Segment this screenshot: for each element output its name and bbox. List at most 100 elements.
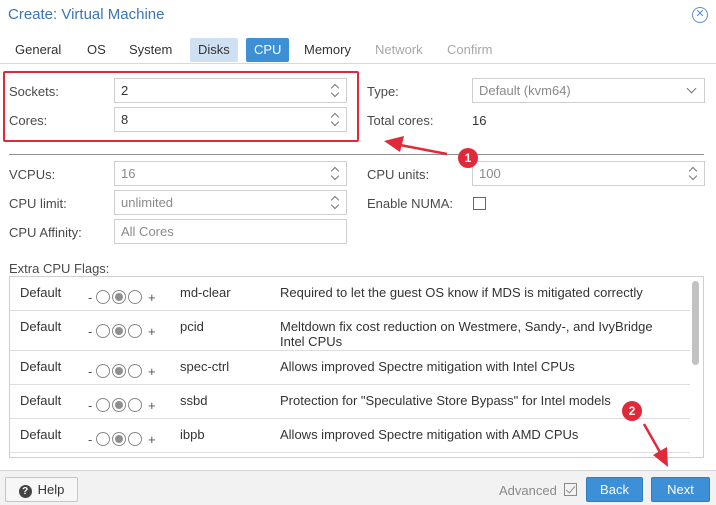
spinner-icon[interactable] bbox=[689, 166, 698, 181]
sockets-value: 2 bbox=[121, 83, 129, 98]
footer-bar: ? Help Advanced Back Next bbox=[0, 470, 716, 505]
flag-toggle[interactable]: - + bbox=[88, 288, 168, 308]
type-label: Type: bbox=[367, 84, 399, 99]
cpu-affinity-placeholder: All Cores bbox=[121, 224, 174, 239]
flag-off-radio[interactable] bbox=[96, 364, 110, 378]
flag-state: Default bbox=[20, 285, 62, 300]
close-icon[interactable]: ✕ bbox=[692, 7, 708, 23]
annotation-badge-1: 1 bbox=[458, 148, 478, 168]
total-cores-value: 16 bbox=[472, 113, 487, 128]
enable-numa-label: Enable NUMA: bbox=[367, 196, 453, 211]
flag-on-radio[interactable] bbox=[128, 364, 142, 378]
flag-toggle[interactable]: - + bbox=[88, 362, 168, 382]
flag-on-radio[interactable] bbox=[128, 290, 142, 304]
advanced-checkbox[interactable] bbox=[564, 483, 577, 496]
flag-name: ssbd bbox=[180, 393, 208, 408]
flag-on-radio[interactable] bbox=[128, 398, 142, 412]
flag-off-radio[interactable] bbox=[96, 432, 110, 446]
cpu-affinity-input[interactable]: All Cores bbox=[114, 219, 347, 244]
grid-scrollbar[interactable] bbox=[692, 281, 699, 365]
flag-toggle[interactable]: - + bbox=[88, 322, 168, 342]
flag-default-radio[interactable] bbox=[112, 324, 126, 338]
enable-numa-checkbox[interactable] bbox=[473, 197, 486, 210]
spinner-icon[interactable] bbox=[331, 112, 340, 127]
plus-icon: + bbox=[148, 398, 156, 413]
section-divider bbox=[9, 154, 704, 155]
annotation-badge-2: 2 bbox=[622, 401, 642, 421]
arrow-1 bbox=[384, 136, 448, 156]
table-row[interactable]: Default - + ibpb Allows improved Spectre… bbox=[10, 419, 690, 453]
flag-name: pcid bbox=[180, 319, 204, 334]
plus-icon: + bbox=[148, 290, 156, 305]
plus-icon: + bbox=[148, 364, 156, 379]
spinner-icon[interactable] bbox=[331, 83, 340, 98]
flag-off-radio[interactable] bbox=[96, 398, 110, 412]
flag-toggle[interactable]: - + bbox=[88, 396, 168, 416]
cores-field[interactable]: 8 bbox=[114, 107, 347, 132]
cpu-limit-label: CPU limit: bbox=[9, 196, 67, 211]
spinner-icon[interactable] bbox=[331, 166, 340, 181]
flag-name: spec-ctrl bbox=[180, 359, 230, 374]
type-select[interactable]: Default (kvm64) bbox=[472, 78, 705, 103]
tab-memory[interactable]: Memory bbox=[296, 38, 359, 62]
flag-name: md-clear bbox=[180, 285, 231, 300]
tab-network: Network bbox=[375, 42, 423, 57]
tab-disks[interactable]: Disks bbox=[190, 38, 238, 62]
flag-default-radio[interactable] bbox=[112, 364, 126, 378]
minus-icon: - bbox=[88, 324, 93, 339]
flag-state: Default bbox=[20, 427, 62, 442]
table-row[interactable]: Default - + pcid Meltdown fix cost reduc… bbox=[10, 311, 690, 351]
flag-off-radio[interactable] bbox=[96, 290, 110, 304]
chevron-down-icon[interactable] bbox=[686, 83, 697, 94]
window-titlebar: Create: Virtual Machine ✕ bbox=[0, 0, 716, 32]
tab-general[interactable]: General bbox=[7, 38, 69, 62]
type-value: Default (kvm64) bbox=[479, 83, 571, 98]
spinner-icon[interactable] bbox=[331, 195, 340, 210]
tab-divider bbox=[0, 63, 716, 64]
table-row[interactable]: Default - + spec-ctrl Allows improved Sp… bbox=[10, 351, 690, 385]
window-title: Create: Virtual Machine bbox=[8, 6, 165, 23]
flag-state: Default bbox=[20, 319, 62, 334]
vcpus-value: 16 bbox=[121, 166, 136, 181]
cpu-limit-value: unlimited bbox=[121, 195, 174, 210]
flag-name: ibpb bbox=[180, 427, 205, 442]
flag-description: Allows improved Spectre mitigation with … bbox=[280, 359, 575, 374]
advanced-label: Advanced bbox=[499, 483, 557, 498]
flag-default-radio[interactable] bbox=[112, 432, 126, 446]
total-cores-label: Total cores: bbox=[367, 113, 434, 128]
cpu-flags-grid[interactable]: Default - + md-clear Required to let the… bbox=[9, 276, 704, 458]
tab-system[interactable]: System bbox=[121, 38, 180, 62]
tab-cpu[interactable]: CPU bbox=[246, 38, 290, 62]
plus-icon: + bbox=[148, 324, 156, 339]
back-button[interactable]: Back bbox=[586, 477, 643, 502]
cpu-limit-field[interactable]: unlimited bbox=[114, 190, 347, 215]
table-row[interactable]: Default - + md-clear Required to let the… bbox=[10, 277, 690, 311]
cores-label: Cores: bbox=[9, 113, 48, 128]
table-row[interactable]: Default - + ssbd Protection for "Specula… bbox=[10, 385, 690, 419]
plus-icon: + bbox=[148, 432, 156, 447]
flag-off-radio[interactable] bbox=[96, 324, 110, 338]
help-icon: ? bbox=[18, 485, 32, 498]
minus-icon: - bbox=[88, 364, 93, 379]
flag-default-radio[interactable] bbox=[112, 398, 126, 412]
minus-icon: - bbox=[88, 398, 93, 413]
sockets-label: Sockets: bbox=[9, 84, 59, 99]
cores-value: 8 bbox=[121, 112, 129, 127]
flag-description: Meltdown fix cost reduction on Westmere,… bbox=[280, 319, 653, 349]
cpu-units-label: CPU units: bbox=[367, 167, 430, 182]
tab-confirm: Confirm bbox=[447, 42, 493, 57]
flag-on-radio[interactable] bbox=[128, 432, 142, 446]
flag-description: Protection for "Speculative Store Bypass… bbox=[280, 393, 611, 408]
cpu-units-field[interactable]: 100 bbox=[472, 161, 705, 186]
flag-state: Default bbox=[20, 393, 62, 408]
flag-default-radio[interactable] bbox=[112, 290, 126, 304]
next-button[interactable]: Next bbox=[651, 477, 710, 502]
sockets-field[interactable]: 2 bbox=[114, 78, 347, 103]
minus-icon: - bbox=[88, 290, 93, 305]
cpu-affinity-label: CPU Affinity: bbox=[9, 225, 82, 240]
flag-on-radio[interactable] bbox=[128, 324, 142, 338]
tab-os[interactable]: OS bbox=[79, 38, 114, 62]
vcpus-field[interactable]: 16 bbox=[114, 161, 347, 186]
help-button[interactable]: ? Help bbox=[5, 477, 78, 502]
flag-toggle[interactable]: - + bbox=[88, 430, 168, 450]
